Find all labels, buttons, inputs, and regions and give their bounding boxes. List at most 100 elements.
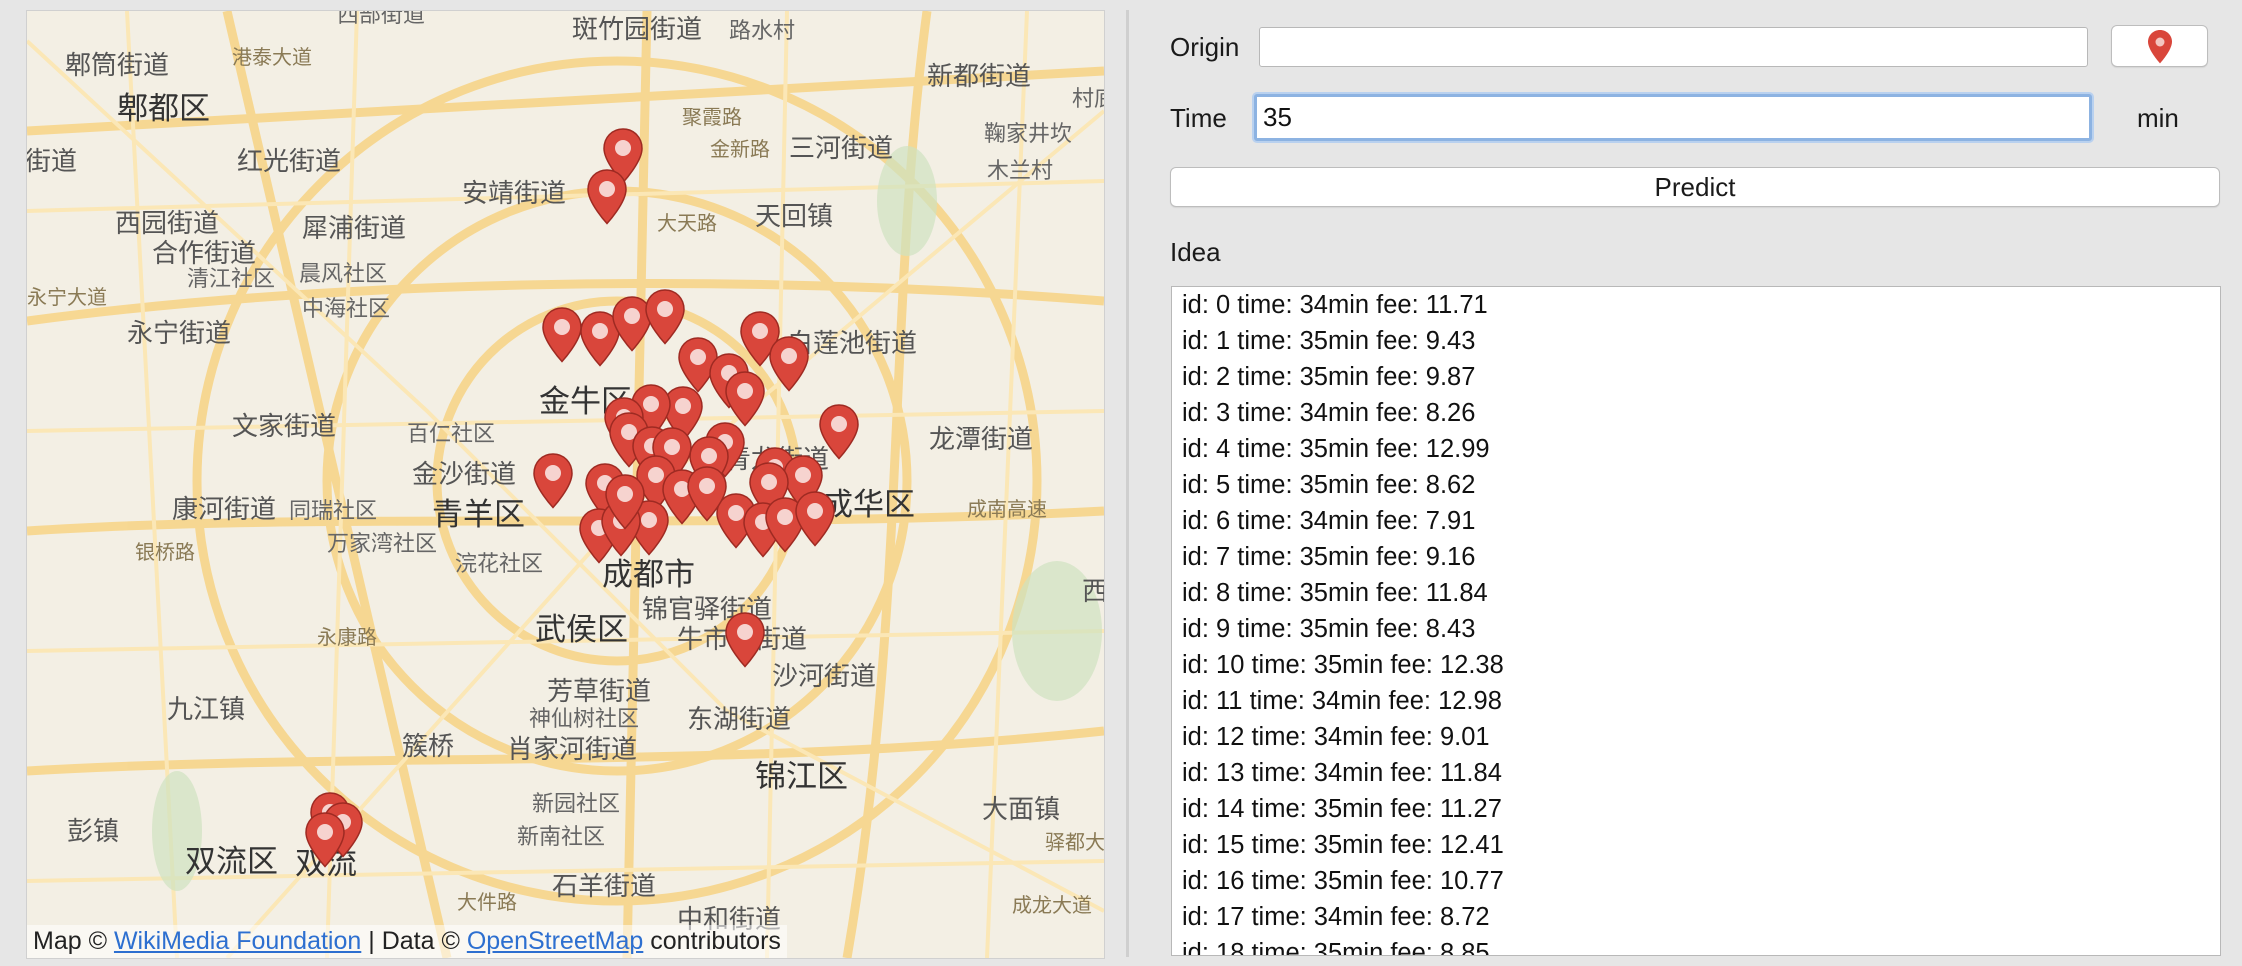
map-place-label: 九江镇 xyxy=(167,695,246,725)
list-item[interactable]: id: 5 time: 35min fee: 8.62 xyxy=(1172,467,2220,503)
pick-origin-button[interactable] xyxy=(2111,25,2208,67)
map-place-label: 大天路 xyxy=(657,211,717,235)
list-item[interactable]: id: 16 time: 35min fee: 10.77 xyxy=(1172,863,2220,899)
map-place-label: 武侯区 xyxy=(535,612,628,648)
list-item[interactable]: id: 4 time: 35min fee: 12.99 xyxy=(1172,431,2220,467)
panel-splitter[interactable] xyxy=(1126,10,1129,957)
list-item[interactable]: id: 9 time: 35min fee: 8.43 xyxy=(1172,611,2220,647)
map-place-label: 永康路 xyxy=(317,625,377,649)
map-place-label: 沙河街道 xyxy=(772,662,877,692)
map-place-label: 鞠家井坎 xyxy=(984,122,1073,147)
map-place-label: 文家街道 xyxy=(232,412,337,442)
map-place-label: 同瑞社区 xyxy=(289,499,378,524)
map-place-label: 郫都区 xyxy=(117,91,210,127)
list-item[interactable]: id: 0 time: 34min fee: 11.71 xyxy=(1172,287,2220,323)
list-item[interactable]: id: 10 time: 35min fee: 12.38 xyxy=(1172,647,2220,683)
attribution-data: | Data © xyxy=(368,927,460,955)
map-place-label: 簇桥 xyxy=(402,732,455,762)
map-place-label: 村底 xyxy=(1072,87,1104,112)
map-place-label: 三河街道 xyxy=(789,134,894,164)
attribution-prefix: Map © xyxy=(33,927,107,955)
map-pin-icon[interactable] xyxy=(723,370,767,428)
origin-label: Origin xyxy=(1170,32,1240,62)
list-item[interactable]: id: 15 time: 35min fee: 12.41 xyxy=(1172,827,2220,863)
map-place-label: 万家湾社区 xyxy=(327,532,438,557)
map-place-label: 银桥路 xyxy=(135,540,195,564)
ideas-list[interactable]: id: 0 time: 34min fee: 11.71 id: 1 time: … xyxy=(1171,286,2221,956)
map-place-label: 锦江区 xyxy=(755,759,848,795)
map-place-label: 百仁社区 xyxy=(407,422,496,447)
map-place-label: 石羊街道 xyxy=(552,872,657,902)
map-place-label: 聚霞路 xyxy=(682,105,742,129)
time-label: Time xyxy=(1170,103,1227,133)
time-unit-label: min xyxy=(2137,103,2179,133)
map-place-label: 清江社区 xyxy=(187,267,276,292)
map-place-label: 新园社区 xyxy=(532,792,621,817)
map-place-label: 天回镇 xyxy=(755,202,834,232)
list-item[interactable]: id: 3 time: 34min fee: 8.26 xyxy=(1172,395,2220,431)
map-place-label: 康河街道 xyxy=(172,495,277,525)
map-place-label: 永宁大道 xyxy=(27,285,107,309)
map-attribution: Map © WikiMedia Foundation | Data © Open… xyxy=(27,925,787,958)
map-place-label: 东湖街道 xyxy=(687,705,792,735)
map-place-label: 安靖街道 xyxy=(462,179,567,209)
map-place-label: 青羊区 xyxy=(432,497,525,533)
list-item[interactable]: id: 6 time: 34min fee: 7.91 xyxy=(1172,503,2220,539)
map-pin-icon[interactable] xyxy=(685,465,729,523)
map-pin-icon[interactable] xyxy=(303,811,347,869)
map-place-label: 斑竹园街道 xyxy=(572,15,703,45)
openstreetmap-link[interactable]: OpenStreetMap xyxy=(467,927,644,955)
map-place-label: 大件路 xyxy=(457,890,517,914)
list-item[interactable]: id: 14 time: 35min fee: 11.27 xyxy=(1172,791,2220,827)
map-view[interactable]: 西部街道 斑竹园街道 路水村郫筒街道 港泰大道新都街道村底 郫都区 聚霞路鞠家井坎金新路三… xyxy=(26,10,1105,959)
idea-label: Idea xyxy=(1170,237,1221,267)
predict-button[interactable]: Predict xyxy=(1170,167,2220,207)
map-place-label: 金沙街道 xyxy=(412,460,517,490)
map-place-label: 金新路 xyxy=(710,137,770,161)
map-place-label: 龙潭街道 xyxy=(929,425,1034,455)
map-place-label: 成龙大道 xyxy=(1012,893,1092,917)
map-place-label: 中海社区 xyxy=(302,297,391,322)
map-place-label: 永宁街道 xyxy=(127,319,232,349)
map-pin-icon[interactable] xyxy=(531,452,575,510)
map-pin-icon xyxy=(2147,30,2172,64)
list-item[interactable]: id: 2 time: 35min fee: 9.87 xyxy=(1172,359,2220,395)
map-place-label: 木兰村 xyxy=(987,159,1054,184)
map-place-label: 肖家河街道 xyxy=(507,735,638,765)
map-place-label: 大面镇 xyxy=(982,795,1061,825)
map-pin-icon[interactable] xyxy=(585,168,629,226)
map-place-label: 驿都大 xyxy=(1045,830,1105,854)
map-place-label: 港泰大道 xyxy=(232,45,312,69)
map-place-label: 西部街道 xyxy=(337,10,426,28)
list-item[interactable]: id: 12 time: 34min fee: 9.01 xyxy=(1172,719,2220,755)
map-place-label: 街道 xyxy=(26,147,78,177)
wikimedia-link[interactable]: WikiMedia Foundation xyxy=(114,927,361,955)
list-item[interactable]: id: 11 time: 34min fee: 12.98 xyxy=(1172,683,2220,719)
attribution-suffix: contributors xyxy=(650,927,781,955)
map-place-label: 浣花社区 xyxy=(455,552,544,577)
list-item[interactable]: id: 7 time: 35min fee: 9.16 xyxy=(1172,539,2220,575)
map-place-label: 红光街道 xyxy=(237,147,342,177)
time-input[interactable] xyxy=(1254,94,2092,141)
list-item[interactable]: id: 18 time: 35min fee: 8.85 xyxy=(1172,935,2220,955)
list-item[interactable]: id: 13 time: 34min fee: 11.84 xyxy=(1172,755,2220,791)
origin-input[interactable] xyxy=(1259,27,2088,67)
map-place-label: 西 xyxy=(1082,571,1104,608)
map-pin-icon[interactable] xyxy=(793,490,837,548)
map-place-label: 新南社区 xyxy=(517,825,606,850)
map-pin-icon[interactable] xyxy=(817,403,861,461)
list-item[interactable]: id: 1 time: 35min fee: 9.43 xyxy=(1172,323,2220,359)
map-place-label: 成南高速 xyxy=(967,497,1047,521)
map-place-label: 新都街道 xyxy=(927,62,1032,92)
map-place-label: 双流区 xyxy=(185,844,278,880)
map-pin-icon[interactable] xyxy=(767,335,811,393)
map-pin-icon[interactable] xyxy=(603,473,647,531)
list-item[interactable]: id: 8 time: 35min fee: 11.84 xyxy=(1172,575,2220,611)
map-place-label: 路水村 xyxy=(729,19,796,44)
map-place-label: 郫筒街道 xyxy=(65,51,170,81)
map-place-label: 晨风社区 xyxy=(299,262,388,287)
map-place-label: 彭镇 xyxy=(67,817,120,847)
map-pin-icon[interactable] xyxy=(723,611,767,669)
map-place-label: 犀浦街道 xyxy=(302,214,407,244)
list-item[interactable]: id: 17 time: 34min fee: 8.72 xyxy=(1172,899,2220,935)
